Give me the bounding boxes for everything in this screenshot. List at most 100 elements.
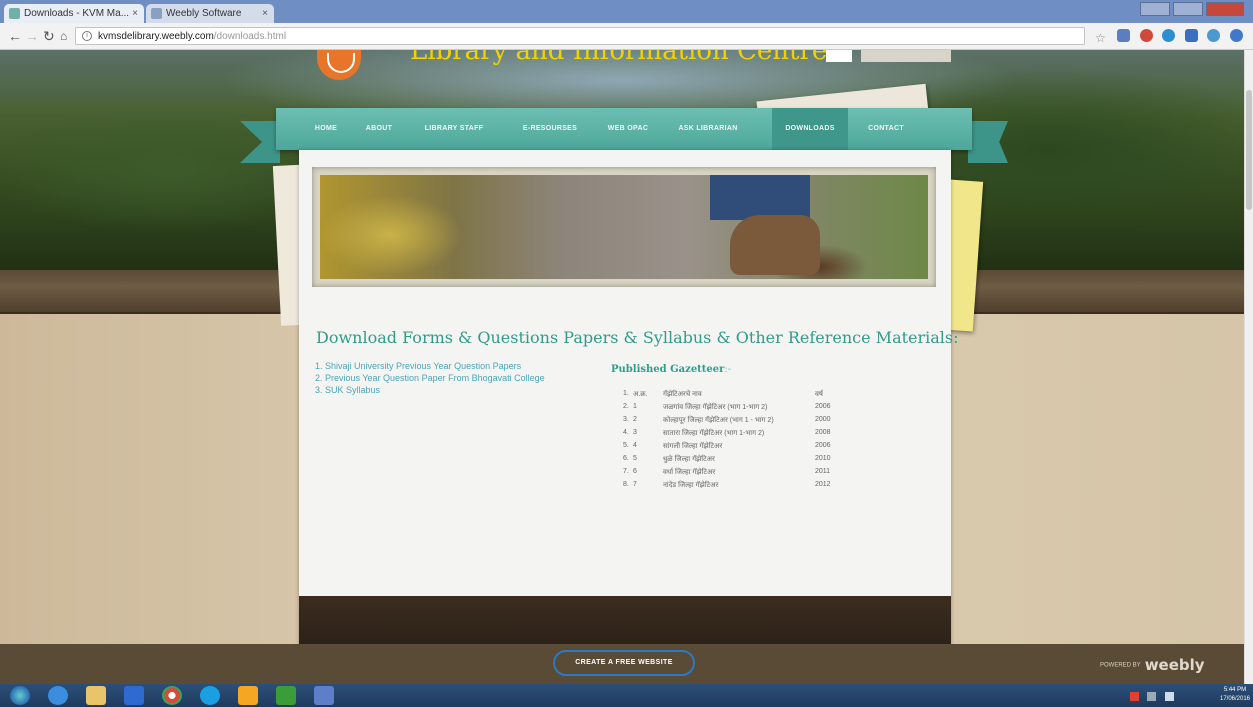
nav-ask-librarian[interactable]: ASK LIBRARIAN bbox=[668, 108, 748, 150]
download-link[interactable]: 3. SUK Syllabus bbox=[315, 384, 545, 396]
minimize-button[interactable] bbox=[1140, 2, 1170, 16]
extension-icon[interactable] bbox=[1162, 29, 1176, 42]
table-cell-sr: 5 bbox=[633, 455, 637, 462]
download-link-list: 1. Shivaji University Previous Year Ques… bbox=[315, 360, 545, 396]
table-cell-year: 2006 bbox=[815, 442, 831, 449]
page-heading: Download Forms & Questions Papers & Syll… bbox=[316, 328, 959, 347]
table-cell-sr: 6 bbox=[633, 468, 637, 475]
clock-time: 5:44 PM bbox=[1223, 687, 1247, 693]
file-explorer-icon[interactable] bbox=[86, 686, 106, 705]
nav-contact[interactable]: CONTACT bbox=[856, 108, 916, 150]
nav-home[interactable]: HOME bbox=[306, 108, 346, 150]
table-cell-sr: 1 bbox=[633, 403, 637, 410]
gazetteer-heading[interactable]: Published Gazetteer:- bbox=[611, 364, 731, 375]
table-cell-sr: 2 bbox=[633, 416, 637, 423]
page-favicon-icon bbox=[151, 8, 162, 19]
extension-icon[interactable] bbox=[1184, 29, 1198, 42]
page-scrollbar[interactable] bbox=[1244, 50, 1253, 684]
nav-library-staff[interactable]: LIBRARY STAFF bbox=[416, 108, 492, 150]
extension-icon[interactable] bbox=[1139, 29, 1153, 42]
browser-toolbar: ← → ↻ ⌂ i kvmsdelibrary.weebly.com/downl… bbox=[0, 23, 1253, 63]
banner-detail bbox=[730, 215, 820, 275]
taskbar-clock[interactable]: 5:44 PM 17/06/2016 bbox=[1218, 686, 1252, 704]
table-cell-no: 2. bbox=[623, 403, 629, 410]
table-cell-name: सातारा जिल्हा गॅझेटिअर (भाग 1-भाग 2) bbox=[663, 430, 765, 437]
extension-icon[interactable] bbox=[1229, 29, 1243, 42]
extension-icon[interactable] bbox=[1117, 29, 1131, 42]
header-widget bbox=[861, 50, 951, 62]
reload-icon[interactable]: ↻ bbox=[43, 27, 55, 45]
table-cell-name: जळगांव जिल्हा गॅझेटिअर (भाग 1-भाग 2) bbox=[663, 404, 768, 411]
nav-web-opac[interactable]: WEB OPAC bbox=[600, 108, 656, 150]
nav-about[interactable]: ABOUT bbox=[356, 108, 402, 150]
table-cell-no: 3. bbox=[623, 416, 629, 423]
table-cell-year: 2000 bbox=[815, 416, 831, 423]
close-tab-icon[interactable]: × bbox=[262, 4, 268, 23]
start-button-icon[interactable] bbox=[10, 686, 30, 705]
close-window-button[interactable] bbox=[1206, 2, 1244, 16]
maximize-button[interactable] bbox=[1173, 2, 1203, 16]
windows-taskbar: 5:44 PM 17/06/2016 bbox=[0, 684, 1253, 707]
bookmark-star-icon[interactable]: ☆ bbox=[1095, 32, 1108, 45]
hiking-banner-image bbox=[320, 175, 928, 279]
table-cell-year: 2008 bbox=[815, 429, 831, 436]
browser-tab-downloads[interactable]: Downloads - KVM Ma... × bbox=[4, 4, 144, 23]
weebly-logo: weebly bbox=[1144, 656, 1205, 674]
scrollbar-thumb[interactable] bbox=[1246, 90, 1252, 210]
table-cell-name: वर्धा जिल्हा गॅझेटिअर bbox=[663, 469, 716, 476]
powered-by-label: POWERED BY bbox=[1100, 662, 1141, 669]
tray-icon[interactable] bbox=[1130, 692, 1139, 701]
table-cell-sr: 4 bbox=[633, 442, 637, 449]
table-cell-sr: 7 bbox=[633, 481, 637, 488]
media-player-icon[interactable] bbox=[124, 686, 144, 705]
chrome-icon[interactable] bbox=[162, 686, 182, 705]
table-cell-year: 2012 bbox=[815, 481, 831, 488]
close-tab-icon[interactable]: × bbox=[132, 4, 138, 23]
create-free-website-button[interactable]: CREATE A FREE WEBSITE bbox=[553, 650, 695, 676]
tab-label: Downloads - KVM Ma... bbox=[24, 8, 130, 19]
header-year: वर्ष bbox=[815, 391, 823, 398]
window-controls bbox=[1137, 2, 1247, 18]
back-icon[interactable]: ← bbox=[8, 27, 22, 45]
extension-icon[interactable] bbox=[1207, 29, 1221, 42]
skype-icon[interactable] bbox=[200, 686, 220, 705]
excel-icon[interactable] bbox=[276, 686, 296, 705]
nav-downloads[interactable]: DOWNLOADS bbox=[772, 108, 848, 150]
header-widget bbox=[826, 50, 852, 62]
table-cell-year: 2006 bbox=[815, 403, 831, 410]
table-cell-name: सांगली जिल्हा गॅझेटिअर bbox=[663, 443, 723, 450]
table-cell-no: 4. bbox=[623, 429, 629, 436]
app-icon[interactable] bbox=[238, 686, 258, 705]
browser-tab-weebly[interactable]: Weebly Software × bbox=[146, 4, 274, 23]
site-info-icon[interactable]: i bbox=[82, 31, 92, 41]
network-icon[interactable] bbox=[1147, 692, 1157, 701]
table-cell-no: 6. bbox=[623, 455, 629, 462]
internet-explorer-icon[interactable] bbox=[48, 686, 68, 705]
app-icon[interactable] bbox=[314, 686, 334, 705]
table-cell-year: 2011 bbox=[815, 468, 831, 475]
table-cell-sr: 3 bbox=[633, 429, 637, 436]
download-link[interactable]: 2. Previous Year Question Paper From Bho… bbox=[315, 372, 545, 384]
main-navigation: HOME ABOUT LIBRARY STAFF E-RESOURSES WEB… bbox=[276, 108, 972, 150]
forward-icon[interactable]: → bbox=[25, 27, 39, 45]
table-cell-year: 2010 bbox=[815, 455, 831, 462]
weebly-footer-bar: CREATE A FREE WEBSITE POWERED BY weebly bbox=[0, 644, 1244, 684]
download-link[interactable]: 1. Shivaji University Previous Year Ques… bbox=[315, 360, 545, 372]
gazetteer-arrow: :- bbox=[724, 364, 732, 375]
url-host: kvmsdelibrary.weebly.com bbox=[98, 31, 214, 42]
system-tray bbox=[1130, 688, 1178, 703]
table-cell-name: धुळे जिल्हा गॅझेटिअर bbox=[663, 456, 715, 463]
volume-icon[interactable] bbox=[1164, 692, 1174, 701]
header-name: गॅझेटिअरचे नाव bbox=[663, 391, 702, 398]
banner-detail bbox=[710, 175, 810, 220]
table-cell-no: 7. bbox=[623, 468, 629, 475]
address-bar[interactable]: i kvmsdelibrary.weebly.com/downloads.htm… bbox=[75, 27, 1085, 45]
powered-by-weebly[interactable]: POWERED BY weebly bbox=[1100, 656, 1205, 674]
content-card: Download Forms & Questions Papers & Syll… bbox=[299, 150, 959, 645]
site-title[interactable]: Library and Information Centre bbox=[410, 50, 827, 66]
nav-e-resources[interactable]: E-RESOURSES bbox=[512, 108, 588, 150]
content-footer-wood bbox=[299, 596, 951, 644]
home-icon[interactable]: ⌂ bbox=[60, 27, 67, 45]
row-number: 1. bbox=[623, 390, 629, 397]
table-cell-no: 8. bbox=[623, 481, 629, 488]
